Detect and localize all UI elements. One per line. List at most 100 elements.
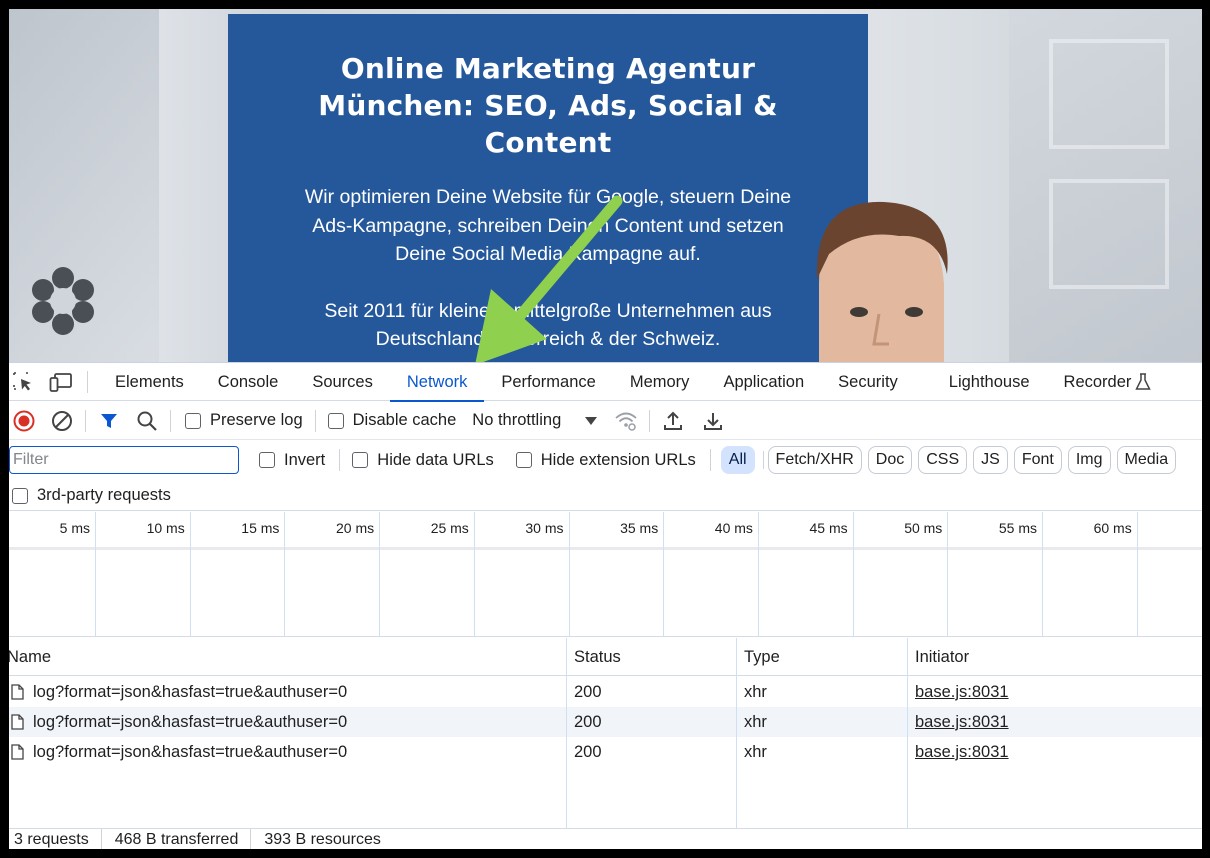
resources-size: 393 B resources: [264, 830, 381, 848]
timeline-grid-line: [852, 512, 854, 636]
request-initiator-link[interactable]: base.js:8031: [915, 677, 1009, 707]
table-row[interactable]: log?format=json&hasfast=true&authuser=0 …: [9, 677, 1202, 707]
timeline-ruler: 5 ms 10 ms 15 ms 20 ms 25 ms 30 ms 35 ms 40 ms 4…: [9, 512, 1202, 550]
third-party-requests-checkbox[interactable]: 3rd-party requests: [12, 486, 171, 505]
timeline-grid-line: [757, 512, 759, 636]
tab-elements[interactable]: Elements: [98, 363, 201, 401]
hide-data-urls-checkbox[interactable]: Hide data URLs: [352, 450, 494, 470]
timeline-tick-label: 15 ms: [241, 520, 280, 536]
timeline-grid-line: [663, 512, 665, 636]
import-har-icon[interactable]: [658, 406, 688, 436]
filter-input[interactable]: [9, 446, 239, 474]
timeline-tick-label: 25 ms: [430, 520, 469, 536]
invert-checkbox[interactable]: Invert: [259, 451, 325, 470]
filter-separator: [762, 451, 764, 469]
column-divider[interactable]: [907, 638, 908, 828]
timeline-grid-line: [95, 512, 96, 636]
checkbox-box[interactable]: [515, 452, 532, 468]
column-header-type[interactable]: Type: [744, 638, 780, 676]
throttling-value: No throttling: [472, 411, 562, 429]
request-status: 200: [574, 713, 602, 731]
document-icon: [11, 684, 24, 700]
hero-title: Online Marketing Agentur München: SEO, A…: [318, 52, 778, 159]
toolbar-separator: [85, 409, 86, 432]
export-har-icon[interactable]: [698, 406, 728, 436]
background-window: [1049, 39, 1169, 149]
filter-bar: Invert Hide data URLs Hide extension URL…: [9, 441, 1202, 479]
table-row[interactable]: log?format=json&hasfast=true&authuser=0 …: [9, 737, 1202, 767]
tab-application[interactable]: Application: [706, 363, 821, 401]
tab-memory[interactable]: Memory: [613, 363, 707, 401]
disable-cache-label: Disable cache: [352, 411, 457, 429]
type-filter-media[interactable]: Media: [1116, 446, 1177, 474]
checkbox-box[interactable]: [259, 452, 275, 468]
timeline-tick-label: 40 ms: [714, 520, 753, 536]
timeline-tick-label: 45 ms: [809, 520, 848, 536]
device-toolbar-icon[interactable]: [49, 370, 73, 394]
clear-button[interactable]: [47, 406, 77, 436]
throttling-select[interactable]: No throttling: [472, 411, 611, 430]
timeline-tick-label: 5 ms: [59, 520, 90, 536]
experimental-flask-icon: [1135, 372, 1152, 390]
column-header-status[interactable]: Status: [574, 638, 621, 676]
devtools-tab-bar: Elements Console Sources Network Perform…: [9, 363, 1202, 402]
checkbox-box[interactable]: [12, 487, 28, 504]
tab-network[interactable]: Network: [389, 363, 485, 402]
third-party-bar: 3rd-party requests: [9, 481, 1202, 511]
type-filter-css[interactable]: CSS: [918, 446, 968, 474]
search-icon[interactable]: [132, 406, 162, 436]
request-initiator-link[interactable]: base.js:8031: [915, 707, 1009, 737]
tab-performance[interactable]: Performance: [484, 363, 612, 401]
hide-data-urls-label: Hide data URLs: [377, 450, 494, 469]
column-header-name[interactable]: Name: [9, 638, 51, 676]
third-party-requests-label: 3rd-party requests: [37, 486, 171, 504]
chevron-down-icon: [585, 416, 598, 425]
background-window: [1049, 179, 1169, 289]
filter-funnel-icon[interactable]: [94, 406, 124, 436]
column-header-initiator[interactable]: Initiator: [915, 638, 969, 676]
checkbox-box[interactable]: [185, 412, 201, 429]
timeline-grid-line: [1042, 512, 1043, 636]
timeline-grid-line: [947, 512, 949, 636]
type-filter-doc[interactable]: Doc: [867, 446, 913, 474]
type-filter-fetch-xhr[interactable]: Fetch/XHR: [767, 446, 862, 474]
inspect-element-icon[interactable]: [11, 370, 35, 394]
tab-console[interactable]: Console: [201, 363, 296, 401]
timeline-tick-label: 60 ms: [1093, 520, 1132, 536]
timeline-tick-label: 55 ms: [998, 520, 1037, 536]
transferred-size: 468 B transferred: [110, 828, 252, 849]
request-count: 3 requests: [9, 828, 102, 849]
type-filter-js[interactable]: JS: [973, 446, 1008, 474]
annotation-arrow-icon: [475, 195, 623, 362]
request-initiator-link[interactable]: base.js:8031: [915, 737, 1009, 767]
invert-label: Invert: [284, 450, 326, 469]
column-divider[interactable]: [736, 638, 737, 828]
network-overview-timeline[interactable]: 5 ms 10 ms 15 ms 20 ms 25 ms 30 ms 35 ms 40 ms 4…: [9, 512, 1202, 637]
tab-sources[interactable]: Sources: [295, 363, 390, 401]
hide-extension-urls-checkbox[interactable]: Hide extension URLs: [515, 451, 696, 470]
checkbox-box[interactable]: [352, 452, 369, 468]
person-photo: [816, 201, 948, 362]
type-filter-font[interactable]: Font: [1013, 446, 1062, 474]
network-status-bar: 3 requests 468 B transferred 393 B resou…: [9, 828, 1202, 849]
type-filter-all[interactable]: All: [720, 446, 755, 474]
preserve-log-checkbox[interactable]: Preserve log: [185, 411, 303, 430]
timeline-grid-line: [1136, 512, 1138, 636]
filter-separator: [709, 449, 711, 471]
request-type: xhr: [744, 743, 767, 761]
disable-cache-checkbox[interactable]: Disable cache: [327, 411, 457, 430]
request-name: log?format=json&hasfast=true&authuser=0: [33, 743, 348, 761]
tab-lighthouse[interactable]: Lighthouse: [932, 363, 1047, 401]
type-filter-img[interactable]: Img: [1067, 446, 1111, 474]
tab-security[interactable]: Security: [821, 363, 932, 401]
network-conditions-icon[interactable]: [611, 406, 641, 436]
timeline-grid-line: [379, 512, 381, 636]
timeline-grid-line: [189, 512, 191, 636]
table-row[interactable]: log?format=json&hasfast=true&authuser=0 …: [9, 707, 1202, 737]
column-divider[interactable]: [566, 638, 567, 828]
tab-recorder[interactable]: Recorder: [1047, 363, 1136, 401]
checkbox-box[interactable]: [327, 412, 344, 429]
request-status: 200: [574, 683, 602, 701]
timeline-grid-line: [473, 512, 475, 636]
record-button[interactable]: [9, 406, 39, 436]
